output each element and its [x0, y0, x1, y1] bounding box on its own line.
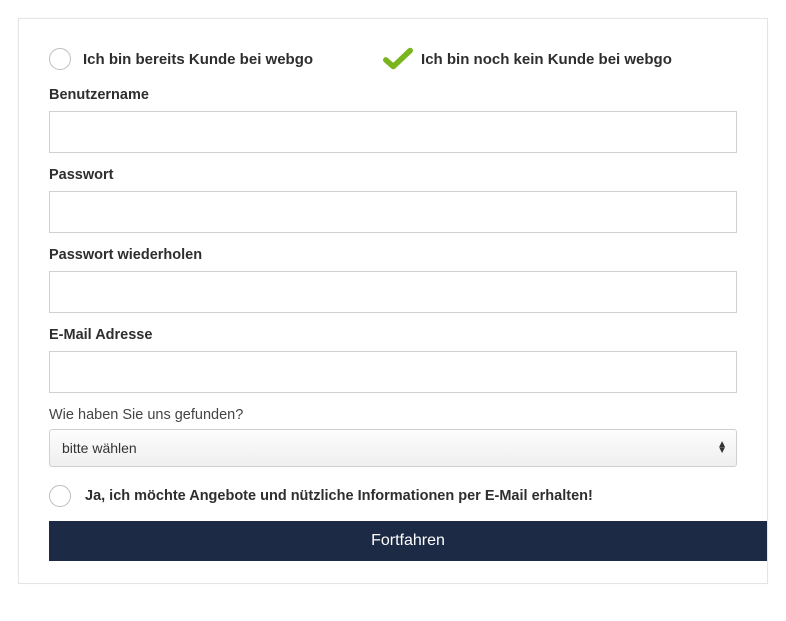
password-label: Passwort: [49, 167, 737, 183]
field-username: Benutzername: [49, 87, 737, 153]
username-input[interactable]: [49, 111, 737, 153]
registration-panel: Ich bin bereits Kunde bei webgo Ich bin …: [18, 18, 768, 584]
email-input[interactable]: [49, 351, 737, 393]
how-found-label: Wie haben Sie uns gefunden?: [49, 407, 737, 423]
continue-button[interactable]: Fortfahren: [49, 521, 767, 561]
how-found-select[interactable]: bitte wählen: [49, 429, 737, 467]
customer-type-row: Ich bin bereits Kunde bei webgo Ich bin …: [49, 47, 737, 71]
option-new-customer[interactable]: Ich bin noch kein Kunde bei webgo: [383, 47, 672, 71]
checkmark-icon: [383, 47, 413, 71]
consent-checkbox[interactable]: Ja, ich möchte Angebote und nützliche In…: [49, 485, 737, 507]
option-new-label: Ich bin noch kein Kunde bei webgo: [421, 51, 672, 68]
option-existing-label: Ich bin bereits Kunde bei webgo: [83, 51, 313, 68]
consent-label: Ja, ich möchte Angebote und nützliche In…: [85, 488, 593, 504]
field-email: E-Mail Adresse: [49, 327, 737, 393]
how-found-select-wrap: bitte wählen ▲▼: [49, 429, 737, 467]
password-repeat-input[interactable]: [49, 271, 737, 313]
field-password-repeat: Passwort wiederholen: [49, 247, 737, 313]
password-input[interactable]: [49, 191, 737, 233]
field-how-found: Wie haben Sie uns gefunden? bitte wählen…: [49, 407, 737, 467]
radio-unchecked-icon: [49, 485, 71, 507]
field-password: Passwort: [49, 167, 737, 233]
username-label: Benutzername: [49, 87, 737, 103]
email-label: E-Mail Adresse: [49, 327, 737, 343]
radio-unchecked-icon: [49, 48, 71, 70]
option-existing-customer[interactable]: Ich bin bereits Kunde bei webgo: [49, 48, 313, 70]
password-repeat-label: Passwort wiederholen: [49, 247, 737, 263]
